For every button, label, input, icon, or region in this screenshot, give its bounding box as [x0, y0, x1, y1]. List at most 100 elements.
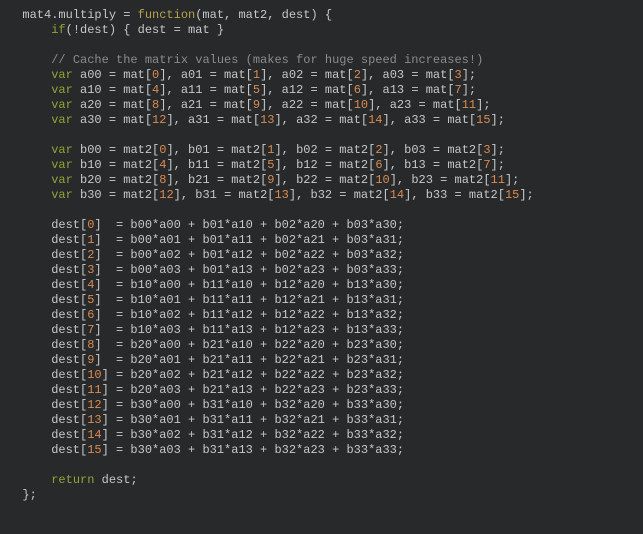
code-token-pl: dest[ [8, 428, 87, 442]
code-line: dest[0] = b00*a00 + b01*a10 + b02*a20 + … [8, 218, 404, 232]
code-token-pl: ] = b30*a00 + b31*a10 + b32*a20 + b33*a3… [102, 398, 404, 412]
code-token-num: 14 [390, 188, 404, 202]
code-token-pl: dest; [94, 473, 137, 487]
code-token-pl [8, 143, 51, 157]
code-token-num: 15 [505, 188, 519, 202]
code-token-pl [8, 158, 51, 172]
code-token-pl: dest[ [8, 278, 87, 292]
code-line: dest[15] = b30*a03 + b31*a13 + b32*a23 +… [8, 443, 404, 457]
code-token-num: 15 [476, 113, 490, 127]
code-line: var a30 = mat[12], a31 = mat[13], a32 = … [8, 113, 505, 127]
code-token-pl: a30 = mat[ [73, 113, 152, 127]
code-token-kw: var [51, 68, 73, 82]
code-token-num: 7 [455, 83, 462, 97]
code-token-pl: ] = b10*a03 + b11*a13 + b12*a23 + b13*a3… [94, 323, 404, 337]
code-line: mat4.multiply = function(mat, mat2, dest… [8, 8, 332, 22]
code-token-pl: mat4.multiply = [8, 8, 138, 22]
code-token-num: 15 [87, 443, 101, 457]
code-token-pl: ] = b20*a00 + b21*a10 + b22*a20 + b23*a3… [94, 338, 404, 352]
code-token-pl: b10 = mat2[ [73, 158, 159, 172]
code-token-pl: dest[ [8, 218, 87, 232]
code-token-pl: ]; [505, 173, 519, 187]
code-token-pl: dest[ [8, 413, 87, 427]
code-line: dest[3] = b00*a03 + b01*a13 + b02*a23 + … [8, 263, 404, 277]
code-token-pl: dest[ [8, 353, 87, 367]
code-token-pl: dest[ [8, 383, 87, 397]
code-token-pl: }; [8, 488, 37, 502]
code-token-num: 6 [375, 158, 382, 172]
code-token-cmt: // Cache the matrix values (makes for hu… [51, 53, 483, 67]
code-token-pl: ], a32 = mat[ [274, 113, 368, 127]
code-token-pl: ], a33 = mat[ [383, 113, 477, 127]
code-line: dest[4] = b10*a00 + b11*a10 + b12*a20 + … [8, 278, 404, 292]
code-line: dest[1] = b00*a01 + b01*a11 + b02*a21 + … [8, 233, 404, 247]
code-token-pl: ], b31 = mat2[ [174, 188, 275, 202]
code-token-num: 11 [462, 98, 476, 112]
code-token-num: 10 [375, 173, 389, 187]
code-line: dest[13] = b30*a01 + b31*a11 + b32*a21 +… [8, 413, 404, 427]
code-line: dest[5] = b10*a01 + b11*a11 + b12*a21 + … [8, 293, 404, 307]
code-line: }; [8, 488, 37, 502]
code-token-num: 12 [152, 113, 166, 127]
code-token-pl [8, 23, 51, 37]
code-token-pl [8, 473, 51, 487]
code-line: var b00 = mat2[0], b01 = mat2[1], b02 = … [8, 143, 505, 157]
code-token-pl [8, 68, 51, 82]
code-token-pl: ], b13 = mat2[ [383, 158, 484, 172]
code-token-num: 11 [87, 383, 101, 397]
code-line: dest[9] = b20*a01 + b21*a11 + b22*a21 + … [8, 353, 404, 367]
code-token-pl: ], b33 = mat2[ [404, 188, 505, 202]
code-line: dest[10] = b20*a02 + b21*a12 + b22*a22 +… [8, 368, 404, 382]
code-token-pl: ], a13 = mat[ [361, 83, 455, 97]
code-token-num: 9 [253, 98, 260, 112]
code-token-pl [8, 98, 51, 112]
code-token-pl: ], a03 = mat[ [361, 68, 455, 82]
code-token-num: 2 [354, 68, 361, 82]
code-token-pl: ], a12 = mat[ [260, 83, 354, 97]
code-token-pl: ]; [491, 158, 505, 172]
code-token-pl: ] = b30*a02 + b31*a12 + b32*a22 + b33*a3… [102, 428, 404, 442]
code-token-num: 14 [368, 113, 382, 127]
code-line: var a00 = mat[0], a01 = mat[1], a02 = ma… [8, 68, 476, 82]
code-token-pl: ], b22 = mat2[ [274, 173, 375, 187]
code-token-fn: function [138, 8, 196, 22]
code-token-pl: ] = b20*a01 + b21*a11 + b22*a21 + b23*a3… [94, 353, 404, 367]
code-token-pl: ], a22 = mat[ [260, 98, 354, 112]
code-token-num: 14 [87, 428, 101, 442]
code-token-kw: var [51, 98, 73, 112]
code-token-pl: ] = b00*a01 + b01*a11 + b02*a21 + b03*a3… [94, 233, 404, 247]
code-line: return dest; [8, 473, 138, 487]
code-token-pl: ], b02 = mat2[ [274, 143, 375, 157]
code-token-pl: ] = b10*a00 + b11*a10 + b12*a20 + b13*a3… [94, 278, 404, 292]
code-token-pl [8, 188, 51, 202]
code-token-pl: dest[ [8, 398, 87, 412]
code-token-pl [8, 113, 51, 127]
code-token-pl: dest[ [8, 308, 87, 322]
code-token-pl: ] = b20*a02 + b21*a12 + b22*a22 + b23*a3… [102, 368, 404, 382]
code-token-pl: ]; [519, 188, 533, 202]
code-line: var b20 = mat2[8], b21 = mat2[9], b22 = … [8, 173, 519, 187]
code-token-num: 12 [159, 188, 173, 202]
code-token-kw: var [51, 158, 73, 172]
code-token-kw: return [51, 473, 94, 487]
code-token-pl: ], b11 = mat2[ [166, 158, 267, 172]
code-token-num: 5 [253, 83, 260, 97]
code-token-num: 2 [375, 143, 382, 157]
code-token-pl: b20 = mat2[ [73, 173, 159, 187]
code-line: dest[11] = b20*a03 + b21*a13 + b22*a23 +… [8, 383, 404, 397]
code-token-num: 13 [87, 413, 101, 427]
code-token-kw: var [51, 83, 73, 97]
code-token-pl: a20 = mat[ [73, 98, 152, 112]
code-token-pl: ]; [462, 83, 476, 97]
code-token-pl: ] = b10*a01 + b11*a11 + b12*a21 + b13*a3… [94, 293, 404, 307]
code-token-pl: ] = b00*a00 + b01*a10 + b02*a20 + b03*a3… [94, 218, 404, 232]
code-token-pl: ], a02 = mat[ [260, 68, 354, 82]
code-token-kw: if [51, 23, 65, 37]
code-token-pl: dest[ [8, 443, 87, 457]
code-token-num: 3 [455, 68, 462, 82]
code-token-pl: dest[ [8, 248, 87, 262]
code-token-pl: ] = b30*a03 + b31*a13 + b32*a23 + b33*a3… [102, 443, 404, 457]
code-line: dest[8] = b20*a00 + b21*a10 + b22*a20 + … [8, 338, 404, 352]
code-token-pl: ] = b00*a03 + b01*a13 + b02*a23 + b03*a3… [94, 263, 404, 277]
code-token-pl: ] = b10*a02 + b11*a12 + b12*a22 + b13*a3… [94, 308, 404, 322]
